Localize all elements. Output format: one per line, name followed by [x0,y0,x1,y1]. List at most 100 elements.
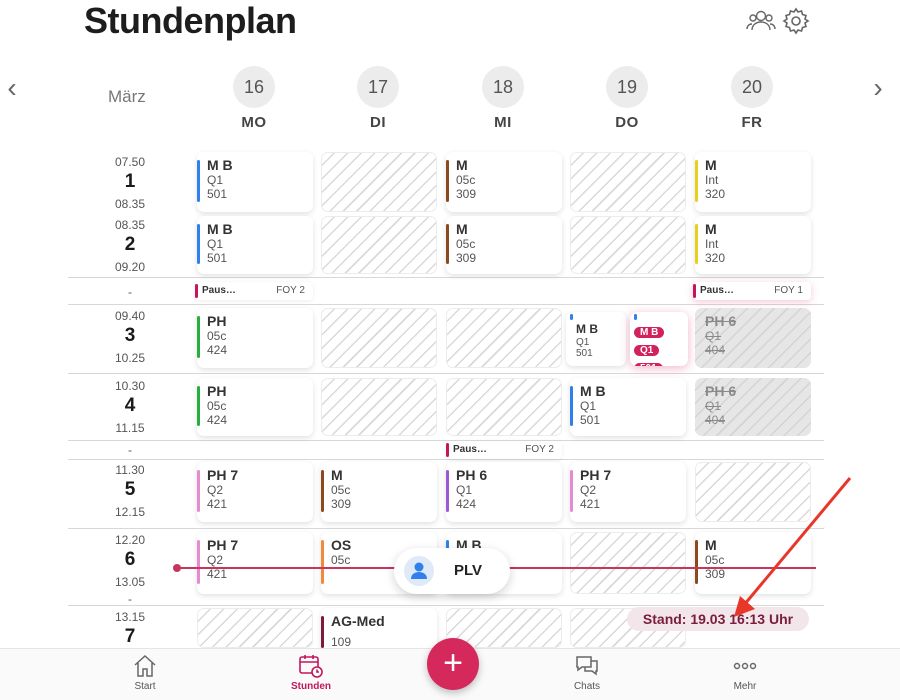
period-3-times: 09.40 3 10.25 [90,309,170,365]
period-number: 4 [124,395,136,416]
lesson-subject: PH [207,313,227,329]
lesson-card[interactable]: PH 6 Q1 424 [446,462,562,522]
lesson-card[interactable]: M B Q1 501 [566,312,626,366]
empty-slot[interactable] [321,378,437,436]
lesson-class: Int [705,237,719,251]
lesson-class: Q1 [456,483,473,497]
lesson-subject: M [705,221,717,237]
pause-room: FOY 2 [525,444,554,455]
lesson-room: 424 [456,497,477,511]
gear-icon[interactable] [781,6,811,36]
lesson-card[interactable]: M Int 320 [695,216,811,274]
period-start: 09.40 [114,309,146,323]
day-number: 19 [606,66,648,108]
pause-card[interactable]: Paus… FOY 2 [446,441,562,459]
row-divider [68,440,824,441]
lesson-card[interactable]: M 05c 309 [695,532,811,594]
prev-week-button[interactable]: ‹ [0,74,24,102]
lesson-subject: PH 6 [705,383,737,399]
pause-card[interactable]: Paus… FOY 1 [693,282,811,300]
tab-chats[interactable]: Chats [542,653,632,692]
period-end: 13.05 [114,575,146,589]
plv-button[interactable]: PLV [394,548,510,594]
tab-label: Start [134,681,156,692]
add-button[interactable]: + [427,638,479,690]
lesson-room: 424 [207,413,228,427]
period-end: 11.15 [115,421,145,435]
lesson-class: Q1 [634,345,660,356]
period-start: 12.20 [114,533,146,547]
lesson-card-cancelled[interactable]: PH 6 Q1 404 [695,308,811,368]
day-header-do[interactable]: 19 DO [597,66,657,131]
lesson-subject: M [456,221,468,237]
day-header-mo[interactable]: 16 MO [224,66,284,131]
empty-slot[interactable] [197,608,313,648]
subject-color-bar [446,160,449,202]
day-name: MI [494,114,512,131]
lesson-class: Q2 [207,483,224,497]
lesson-card[interactable]: M Int 320 [695,152,811,212]
lesson-class: Q1 [705,329,722,343]
lesson-card[interactable]: PH 7 Q2 421 [570,462,686,522]
subject-color-bar [446,470,449,512]
day-header-di[interactable]: 17 DI [348,66,408,131]
lesson-card[interactable]: PH 7 Q2 421 [197,462,313,522]
break-dash: - [128,592,132,606]
tab-stunden[interactable]: Stunden [266,653,356,692]
lesson-subject: M [456,157,468,173]
pause-card[interactable]: Paus… FOY 2 [195,282,313,300]
subject-color-bar [321,540,324,584]
current-time-dot [173,564,181,572]
empty-slot[interactable] [446,378,562,436]
lesson-room: 309 [456,251,477,265]
tab-mehr[interactable]: Mehr [700,653,790,692]
subject-color-bar [197,386,200,426]
period-start: 07.50 [114,155,146,169]
person-icon [404,556,434,586]
empty-slot[interactable] [570,532,686,594]
empty-slot[interactable] [321,216,437,274]
lesson-subject: M [705,157,717,173]
empty-slot[interactable] [570,152,686,212]
lesson-room: 501 [634,363,663,366]
lesson-card-cancelled[interactable]: PH 6 Q1 404 [695,378,811,436]
empty-slot[interactable] [695,462,811,522]
subject-color-bar [197,540,200,584]
period-number: 2 [124,234,136,255]
lesson-subject: M B [576,322,598,336]
empty-slot[interactable] [321,152,437,212]
empty-slot[interactable] [570,216,686,274]
tab-start[interactable]: Start [100,653,190,692]
row-divider [68,605,824,606]
lesson-card[interactable]: PH 05c 424 [197,308,313,368]
row-divider [68,304,824,305]
subject-color-bar [634,314,637,320]
lesson-class: 05c [456,237,476,251]
day-name: DO [615,114,639,131]
lesson-card[interactable]: PH 7 Q2 421 [197,532,313,594]
lesson-card-selected[interactable]: M B Q1 501 [630,312,688,366]
next-week-button[interactable]: › [866,74,890,102]
calendar-clock-icon [299,655,323,678]
plv-label: PLV [454,562,483,579]
pause-label: Paus… [453,444,487,455]
day-header-fr[interactable]: 20 FR [722,66,782,131]
lesson-card[interactable]: M B Q1 501 [197,152,313,212]
lesson-card[interactable]: M 05c 309 [446,216,562,274]
lesson-subject: PH 7 [207,467,239,483]
empty-slot[interactable] [321,308,437,368]
lesson-card[interactable]: PH 05c 424 [197,378,313,436]
subject-color-bar [446,224,449,264]
lesson-card[interactable]: M 05c 309 [321,462,437,522]
subject-color-bar [197,160,200,202]
period-number: 7 [124,626,136,647]
lesson-class: Q1 [705,399,722,413]
empty-slot[interactable] [446,308,562,368]
lesson-card[interactable]: M B Q1 501 [197,216,313,274]
lesson-card[interactable]: M B Q1 501 [570,378,686,436]
day-header-mi[interactable]: 18 MI [473,66,533,131]
lesson-card[interactable]: M 05c 309 [446,152,562,212]
lesson-room: 421 [580,497,601,511]
tab-label: Chats [573,681,601,692]
people-icon[interactable] [746,6,776,36]
